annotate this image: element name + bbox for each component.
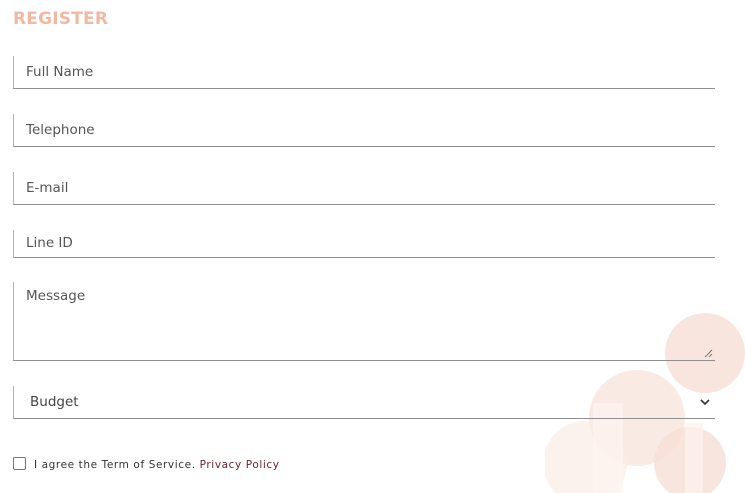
agree-text: I agree the Term of Service. [34,458,196,471]
telephone-input[interactable]: Telephone [13,114,715,147]
full-name-input[interactable]: Full Name [13,56,715,89]
budget-selected-value: Budget [30,394,79,410]
email-placeholder: E-mail [26,180,69,196]
budget-select[interactable]: Budget [13,386,715,419]
page-title: REGISTER [13,9,109,29]
agree-checkbox[interactable] [13,457,26,470]
chevron-down-icon [700,399,710,406]
register-page: REGISTER Full Name Telephone E-mail Line… [0,0,745,493]
message-textarea[interactable]: Message [13,282,715,361]
line-id-input[interactable]: Line ID [13,230,715,258]
full-name-placeholder: Full Name [26,64,94,80]
resize-handle-icon[interactable] [704,349,713,358]
telephone-placeholder: Telephone [26,122,95,138]
agreement-row: I agree the Term of Service. Privacy Pol… [13,457,280,471]
privacy-policy-link[interactable]: Privacy Policy [200,459,280,471]
line-id-placeholder: Line ID [26,235,73,251]
email-input[interactable]: E-mail [13,172,715,205]
message-placeholder: Message [26,288,86,304]
